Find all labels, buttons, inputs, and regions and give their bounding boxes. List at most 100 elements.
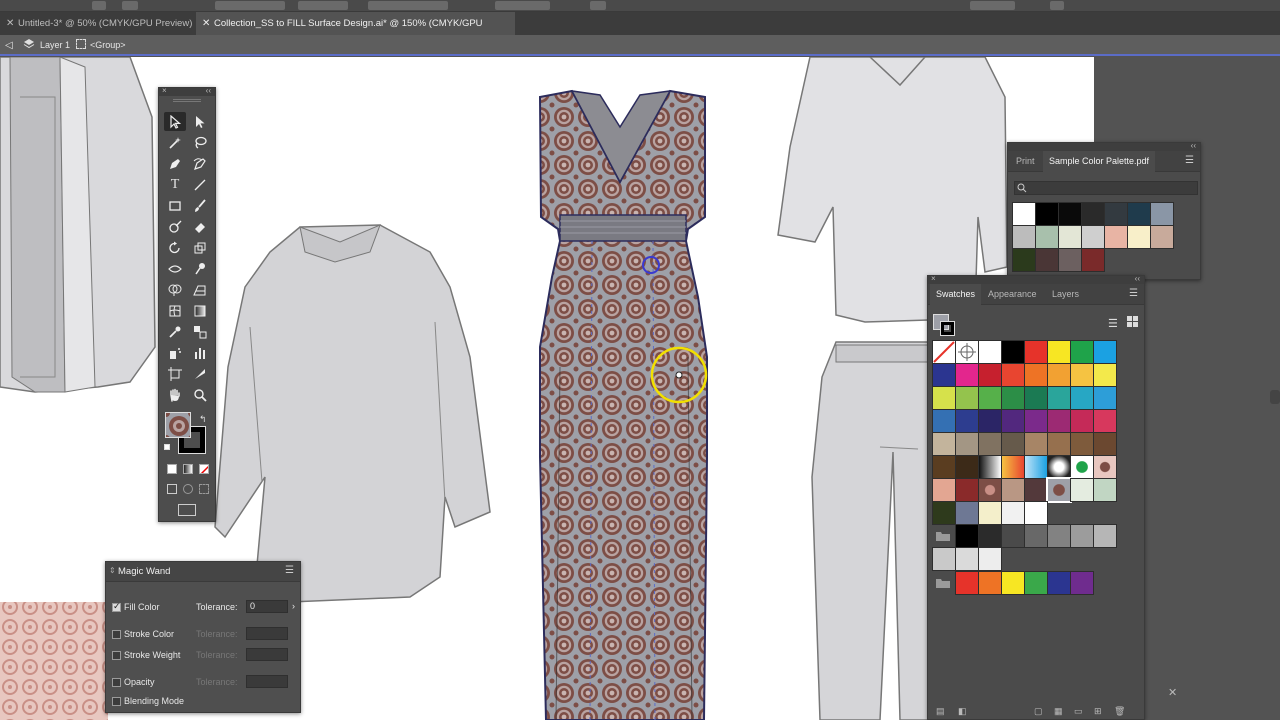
graph-icon[interactable]	[189, 343, 211, 362]
puppet-warp-icon[interactable]	[189, 259, 211, 278]
palette-swatch[interactable]	[1035, 202, 1059, 226]
color-swatch[interactable]	[955, 571, 979, 595]
line-icon[interactable]	[189, 175, 211, 194]
color-swatch[interactable]	[1047, 386, 1071, 410]
color-swatch[interactable]	[1047, 455, 1071, 479]
panel-expand-icon[interactable]: ⇕	[109, 566, 116, 575]
color-swatch[interactable]	[955, 501, 979, 525]
direct-selection-icon[interactable]	[189, 112, 211, 131]
color-swatch[interactable]	[1070, 432, 1094, 456]
color-swatch[interactable]	[1070, 524, 1094, 548]
color-swatch[interactable]	[1047, 571, 1071, 595]
color-swatch[interactable]	[1024, 524, 1048, 548]
color-swatch[interactable]	[932, 455, 956, 479]
artboard-icon[interactable]	[164, 364, 186, 383]
color-swatch[interactable]	[1001, 432, 1025, 456]
palette-swatch[interactable]	[1081, 225, 1105, 249]
color-swatch[interactable]	[1093, 363, 1117, 387]
blend-icon[interactable]	[189, 322, 211, 341]
tab-appearance[interactable]: Appearance	[982, 284, 1043, 305]
palette-swatch[interactable]	[1012, 248, 1036, 272]
gradient-mode-icon[interactable]	[183, 464, 193, 474]
color-swatch[interactable]	[1046, 477, 1072, 503]
stroke-color-checkbox[interactable]	[112, 630, 121, 639]
color-swatch[interactable]	[1024, 409, 1048, 433]
palette-swatch[interactable]	[1058, 202, 1082, 226]
palette-swatch[interactable]	[1058, 248, 1082, 272]
color-swatch[interactable]	[1001, 409, 1025, 433]
color-swatch[interactable]	[1047, 363, 1071, 387]
color-swatch[interactable]	[932, 386, 956, 410]
stroke-swatch-control[interactable]	[122, 1, 138, 10]
show-kinds-icon[interactable]: ◧	[958, 706, 967, 717]
color-swatch[interactable]	[1001, 386, 1025, 410]
slice-icon[interactable]	[189, 364, 211, 383]
screen-mode-icon[interactable]	[178, 504, 196, 516]
draw-normal-icon[interactable]	[167, 484, 177, 494]
color-swatch[interactable]	[955, 547, 979, 571]
color-swatch[interactable]	[1001, 571, 1025, 595]
draw-behind-icon[interactable]	[183, 484, 193, 494]
color-swatch[interactable]	[955, 409, 979, 433]
color-swatch[interactable]	[1070, 386, 1094, 410]
color-swatch[interactable]	[1070, 363, 1094, 387]
color-swatch[interactable]	[1001, 478, 1025, 502]
none-mode-icon[interactable]	[199, 464, 209, 474]
gradient-icon[interactable]	[189, 301, 211, 320]
pen-icon[interactable]	[164, 154, 186, 173]
color-group-folder-icon[interactable]	[936, 578, 950, 588]
fill-color-checkbox[interactable]	[112, 601, 121, 612]
rectangle-icon[interactable]	[164, 196, 186, 215]
control-menu-button[interactable]	[1050, 1, 1064, 10]
palette-swatch[interactable]	[1150, 225, 1174, 249]
color-swatch[interactable]	[1047, 340, 1071, 364]
tab-print[interactable]: Print	[1010, 151, 1041, 172]
collapse-icon[interactable]: ‹‹	[1135, 274, 1140, 283]
color-swatch[interactable]	[1047, 409, 1071, 433]
palette-swatch[interactable]	[1104, 225, 1128, 249]
tab-swatches[interactable]: Swatches	[930, 284, 982, 305]
new-color-group-icon[interactable]: ▢	[1034, 706, 1043, 717]
shape-builder-icon[interactable]	[164, 280, 186, 299]
color-swatch[interactable]	[1001, 363, 1025, 387]
palette-swatch[interactable]	[1012, 225, 1036, 249]
palette-search-input[interactable]	[1014, 181, 1198, 195]
paintbrush-icon[interactable]	[189, 196, 211, 215]
mesh-icon[interactable]	[164, 301, 186, 320]
swatch-options-icon[interactable]: ▦	[1054, 706, 1063, 717]
color-swatch[interactable]	[932, 363, 956, 387]
color-swatch[interactable]	[978, 340, 1002, 364]
panel-menu-icon[interactable]: ☰	[1185, 155, 1194, 166]
palette-swatch[interactable]	[1150, 202, 1174, 226]
doc-tab-untitled[interactable]: ✕ Untitled-3* @ 50% (CMYK/GPU Preview)	[0, 12, 195, 35]
tab-close-icon[interactable]: ✕	[202, 12, 210, 35]
hand-icon[interactable]	[164, 385, 186, 404]
shaper-icon[interactable]	[164, 217, 186, 236]
new-swatch-icon[interactable]: ⊞	[1094, 706, 1102, 717]
color-swatch[interactable]	[1024, 478, 1048, 502]
color-swatch[interactable]	[978, 478, 1002, 502]
symbol-sprayer-icon[interactable]	[164, 343, 186, 362]
draw-inside-icon[interactable]	[199, 484, 209, 494]
color-swatch[interactable]	[1001, 455, 1025, 479]
tab-layers[interactable]: Layers	[1046, 284, 1085, 305]
transform-control[interactable]	[970, 1, 1015, 10]
color-swatch[interactable]	[1001, 501, 1025, 525]
chevron-right-icon[interactable]: ›	[292, 601, 295, 611]
brush-dropdown[interactable]	[368, 1, 448, 10]
color-swatch[interactable]	[978, 524, 1002, 548]
palette-swatch[interactable]	[1081, 248, 1105, 272]
fill-swatch-control[interactable]	[92, 1, 106, 10]
color-swatch[interactable]	[932, 409, 956, 433]
palette-swatch[interactable]	[1012, 202, 1036, 226]
color-swatch[interactable]	[955, 363, 979, 387]
fill-tolerance-input[interactable]: 0	[246, 600, 288, 613]
breadcrumb-layer[interactable]: Layer 1	[40, 40, 70, 50]
swatches-panel-grip[interactable]: × ‹‹	[928, 274, 1144, 284]
palette-swatch[interactable]	[1058, 225, 1082, 249]
fill-swatch[interactable]	[165, 412, 191, 438]
scrollbar-handle[interactable]	[1270, 390, 1280, 404]
color-swatch[interactable]	[1070, 571, 1094, 595]
color-swatch[interactable]	[955, 524, 979, 548]
color-swatch[interactable]	[1024, 386, 1048, 410]
